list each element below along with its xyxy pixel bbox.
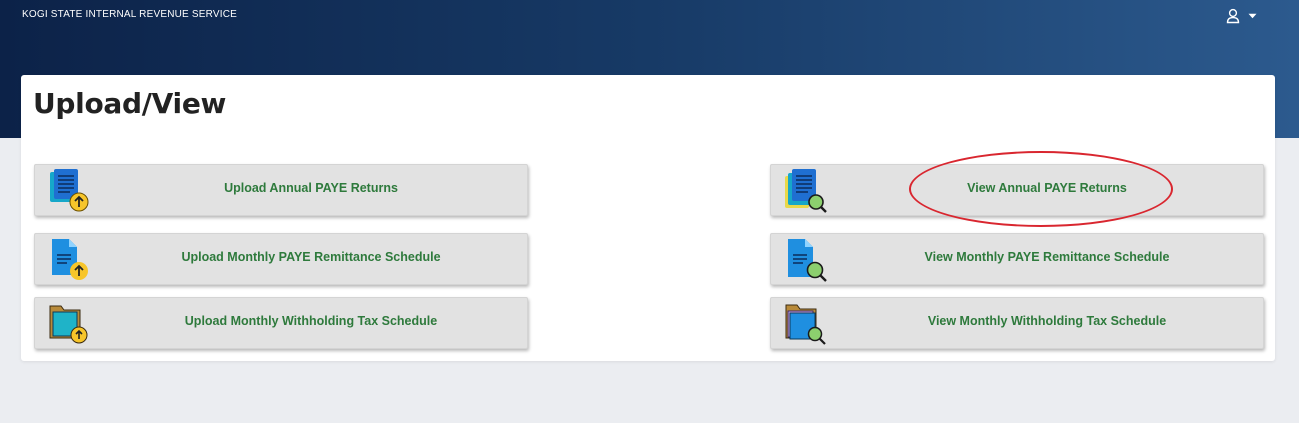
tile-label: View Annual PAYE Returns (967, 181, 1127, 195)
file-upload-icon (47, 237, 93, 283)
user-icon[interactable] (1226, 8, 1240, 24)
folder-upload-icon (47, 301, 93, 347)
tile-label: View Monthly PAYE Remittance Schedule (924, 250, 1170, 264)
tile-label: Upload Monthly Withholding Tax Schedule (184, 314, 438, 328)
view-monthly-paye-remittance-schedule-button[interactable]: View Monthly PAYE Remittance Schedule (770, 233, 1264, 285)
folder-search-icon (783, 301, 829, 347)
brand-name: KOGI STATE INTERNAL REVENUE SERVICE (22, 9, 238, 20)
upload-monthly-paye-remittance-schedule-button[interactable]: Upload Monthly PAYE Remittance Schedule (34, 233, 528, 285)
page-title: Upload/View (33, 87, 227, 120)
tile-label: View Monthly Withholding Tax Schedule (927, 314, 1167, 328)
view-monthly-withholding-tax-schedule-button[interactable]: View Monthly Withholding Tax Schedule (770, 297, 1264, 349)
document-upload-icon (47, 168, 93, 214)
view-annual-paye-returns-button[interactable]: View Annual PAYE Returns (770, 164, 1264, 216)
upload-monthly-withholding-tax-schedule-button[interactable]: Upload Monthly Withholding Tax Schedule (34, 297, 528, 349)
tile-label: Upload Monthly PAYE Remittance Schedule (181, 250, 441, 264)
document-search-icon (783, 168, 829, 214)
file-search-icon (783, 237, 829, 283)
tile-label: Upload Annual PAYE Returns (224, 181, 398, 195)
upload-view-card: Upload/View Upload Annual PAYE Returns V… (21, 75, 1275, 361)
user-menu[interactable] (1226, 6, 1270, 26)
caret-down-icon[interactable] (1248, 13, 1257, 19)
upload-annual-paye-returns-button[interactable]: Upload Annual PAYE Returns (34, 164, 528, 216)
